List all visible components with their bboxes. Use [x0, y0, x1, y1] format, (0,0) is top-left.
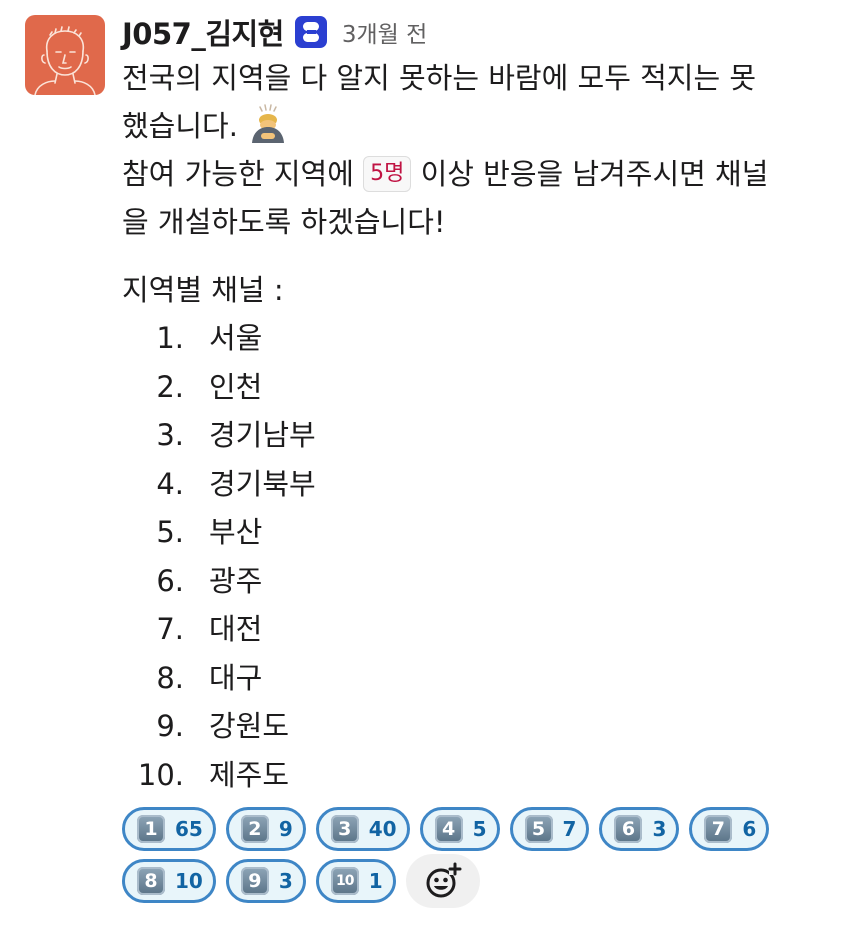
- list-item-label: 부산: [209, 515, 263, 549]
- keycap-6-icon: 6: [614, 815, 643, 843]
- text-line-1: 전국의 지역을 다 알지 못하는 바람에 모두 적지는 못: [122, 61, 757, 95]
- keycap-10-icon: 10: [330, 867, 359, 895]
- list-item: 8. 대구: [122, 654, 858, 703]
- avatar[interactable]: [25, 15, 105, 95]
- reactions-row-1: 1 65 2 9 3 40 4 5 5 7 6 3 7 6: [122, 807, 842, 851]
- reaction-count: 3: [652, 817, 667, 841]
- list-item-number: 1.: [156, 321, 184, 355]
- list-item-label: 대구: [209, 660, 263, 695]
- list-item: 5. 부산: [122, 508, 858, 557]
- text-line-2-label: 했습니다.: [122, 109, 238, 143]
- list-item: 10. 제주도: [122, 751, 858, 800]
- reaction-count: 1: [368, 869, 383, 893]
- app-badge-icon[interactable]: [294, 15, 328, 49]
- list-item-label: 강원도: [209, 709, 290, 743]
- keycap-2-icon: 2: [240, 815, 269, 843]
- reaction-count: 10: [175, 869, 203, 893]
- text-line-4: 을 개설하도록 하겠습니다!: [122, 205, 446, 239]
- list-item-number: 8.: [156, 660, 184, 695]
- reactions-row-2: 8 10 9 3 10 1: [122, 854, 842, 913]
- keycap-8-icon: 8: [137, 867, 165, 895]
- keycap-9-icon: 9: [240, 867, 269, 895]
- list-item-number: 2.: [156, 369, 184, 404]
- person-bowing-icon: [247, 103, 289, 145]
- list-item-number: 9.: [156, 709, 184, 743]
- reaction-pill[interactable]: 3 40: [315, 807, 410, 851]
- list-item: 6. 광주: [122, 557, 858, 606]
- reaction-count: 3: [278, 869, 293, 893]
- list-item-label: 경기남부: [209, 418, 316, 452]
- keycap-1-icon: 1: [137, 815, 165, 843]
- reaction-pill[interactable]: 10 1: [315, 859, 396, 903]
- add-reaction-button[interactable]: [405, 854, 480, 908]
- message-text: 전국의 지역을 다 알지 못하는 바람에 모두 적지는 못 했습니다. 참여 가…: [122, 54, 858, 799]
- list-item-label: 인천: [209, 369, 263, 404]
- reaction-pill[interactable]: 8 10: [122, 859, 216, 903]
- reaction-pill[interactable]: 45: [419, 807, 500, 851]
- list-item: 7. 대전: [122, 605, 858, 654]
- list-heading: 지역별 채널 :: [122, 273, 284, 307]
- reaction-pill[interactable]: 57: [509, 807, 590, 851]
- list-item-number: 3.: [156, 418, 184, 452]
- reaction-count: 9: [278, 817, 293, 841]
- add-reaction-icon: [426, 862, 462, 898]
- inline-code: 5명: [363, 156, 412, 192]
- list-item-number: 7.: [156, 612, 184, 646]
- list-item-number: 6.: [156, 563, 184, 598]
- message-header: J057_김지현 3개월 전: [122, 10, 858, 54]
- text-line-3-after: 이상 반응을 남겨주시면 채널: [420, 157, 769, 191]
- list-item: 3. 경기남부: [122, 411, 858, 460]
- reaction-pill[interactable]: 63: [599, 807, 680, 851]
- reaction-count: 40: [368, 817, 397, 841]
- keycap-4-icon: 4: [434, 815, 463, 843]
- reactions-bar: 1 65 2 9 3 40 4 5 5 7 6 3 7 6 8 10 9 3 10 1: [122, 807, 842, 921]
- message-body: J057_김지현 3개월 전 전국의 지역을 다 알지 못하는 바람에 모두 적…: [122, 10, 858, 799]
- list-item-number: 5.: [156, 515, 184, 549]
- keycap-5-icon: 5: [524, 815, 553, 843]
- list-item-label: 서울: [209, 321, 263, 355]
- timestamp[interactable]: 3개월 전: [342, 15, 427, 49]
- list-item: 2. 인천: [122, 363, 858, 412]
- reaction-count: 6: [742, 817, 757, 841]
- text-line-3-before: 참여 가능한 지역에: [122, 157, 354, 191]
- list-item-label: 광주: [209, 563, 263, 598]
- reaction-pill[interactable]: 29: [225, 807, 306, 851]
- reaction-count: 65: [175, 817, 203, 841]
- reaction-pill[interactable]: 76: [689, 807, 770, 851]
- keycap-3-icon: 3: [330, 815, 359, 843]
- list-item: 4. 경기북부: [122, 460, 858, 509]
- list-item-label: 대전: [209, 612, 263, 646]
- list-item: 1. 서울: [122, 314, 858, 363]
- list-item-label: 제주도: [209, 757, 290, 792]
- list-item: 9. 강원도: [122, 702, 858, 751]
- keycap-7-icon: 7: [704, 815, 733, 843]
- message: J057_김지현 3개월 전 전국의 지역을 다 알지 못하는 바람에 모두 적…: [0, 0, 868, 938]
- region-list: 1. 서울 2. 인천 3. 경기남부 4. 경기북부 5. 부산 6. 광주 7. 대전 8. 대구 9. 강원…: [122, 314, 858, 799]
- reaction-count: 5: [472, 817, 487, 841]
- list-item-number: 10.: [137, 757, 184, 792]
- list-item-label: 경기북부: [209, 466, 316, 501]
- reaction-count: 7: [562, 817, 577, 841]
- reaction-pill[interactable]: 93: [225, 859, 306, 903]
- text-line-2: 했습니다.: [122, 102, 858, 150]
- text-line-3: 참여 가능한 지역에 5명 이상 반응을 남겨주시면 채널: [122, 150, 858, 198]
- avatar-sketch-icon: [34, 26, 96, 95]
- reaction-pill[interactable]: 1 65: [122, 807, 216, 851]
- author-name[interactable]: J057_김지현: [122, 11, 284, 53]
- list-item-number: 4.: [156, 466, 184, 501]
